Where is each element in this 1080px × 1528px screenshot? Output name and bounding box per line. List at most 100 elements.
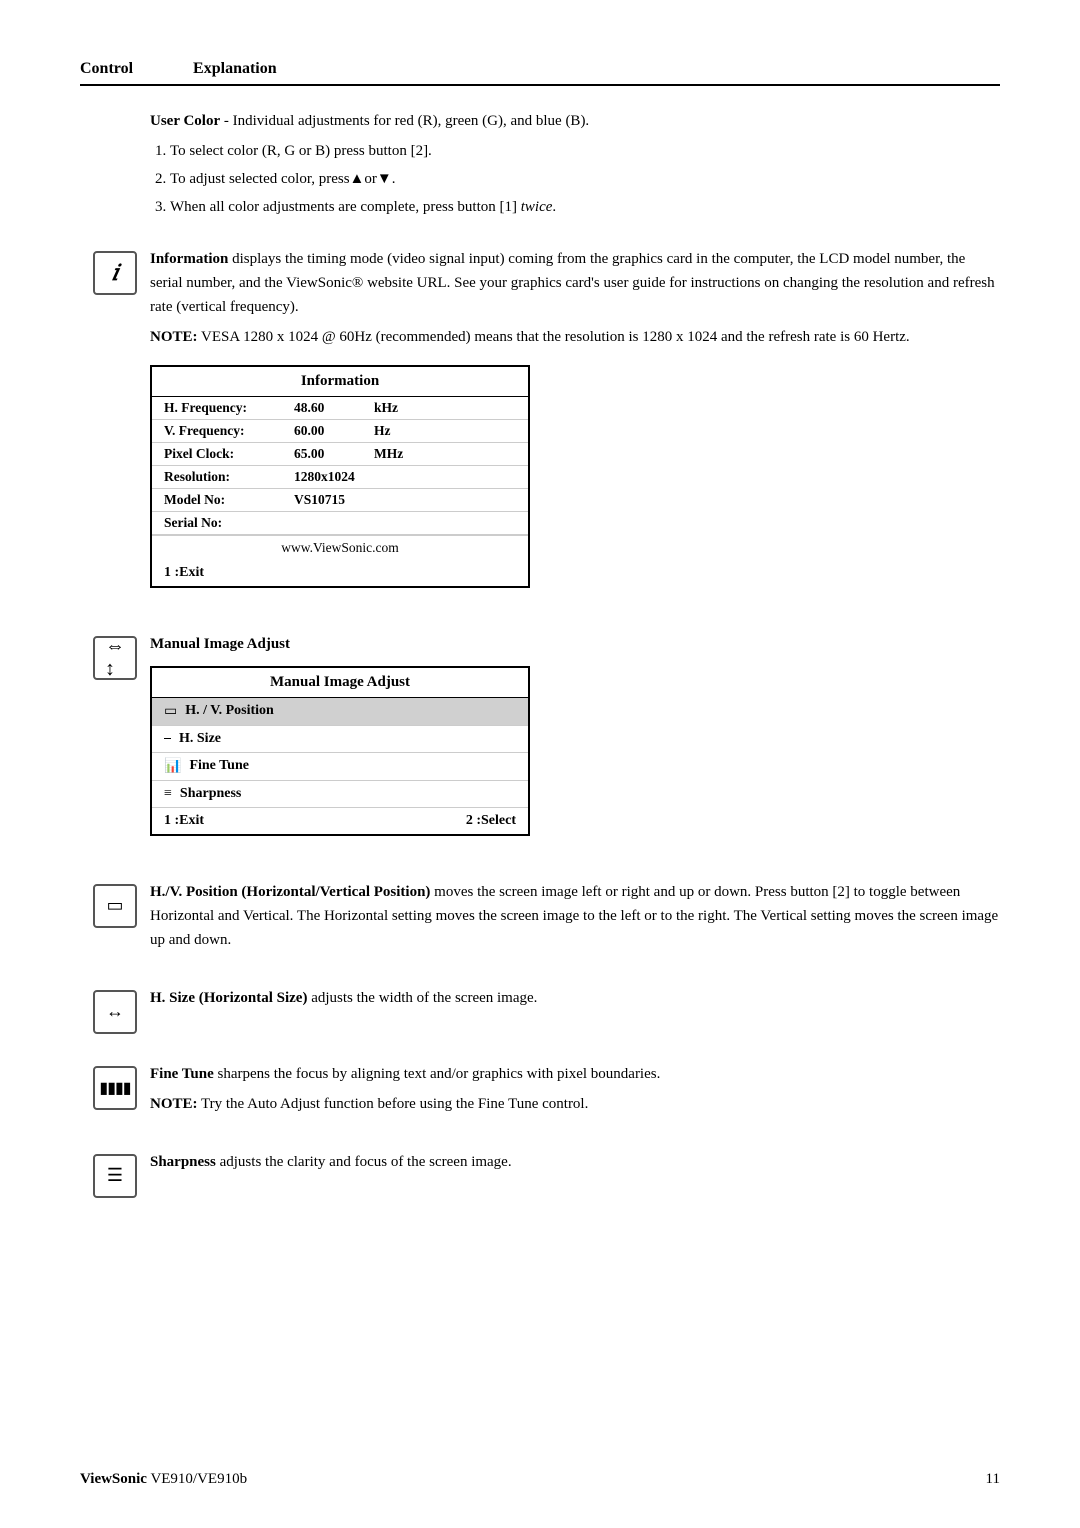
information-note-bold: NOTE: bbox=[150, 329, 198, 345]
mia-table: Manual Image Adjust ▭ H. / V. Position ⎯… bbox=[150, 666, 530, 836]
mia-exit-label: 1 :Exit bbox=[164, 813, 204, 829]
vfreq-unit: Hz bbox=[374, 423, 391, 439]
information-content: Information displays the timing mode (vi… bbox=[150, 247, 1000, 604]
pixelclock-value: 65.00 bbox=[294, 446, 374, 462]
user-color-intro: User Color - Individual adjustments for … bbox=[150, 110, 1000, 133]
finetune-icon-col: ▮▮▮▮ bbox=[80, 1062, 150, 1110]
mia-arrows-icon-box: ⇔↕ bbox=[93, 636, 137, 680]
page-footer: ViewSonic VE910/VE910b 11 bbox=[80, 1471, 1000, 1488]
finetune-bold: Fine Tune bbox=[150, 1066, 214, 1082]
hsize-arrows-icon-box: ↔ bbox=[93, 990, 137, 1034]
hv-content: H./V. Position (Horizontal/Vertical Posi… bbox=[150, 880, 1000, 958]
hsize-content: H. Size (Horizontal Size) adjusts the wi… bbox=[150, 986, 1000, 1016]
resolution-value: 1280x1024 bbox=[294, 469, 374, 485]
finetune-note-bold: NOTE: bbox=[150, 1096, 198, 1112]
resolution-label: Resolution: bbox=[164, 469, 294, 485]
info-icon: 𝑖 bbox=[111, 260, 118, 286]
horizontal-arrows-icon: ↔ bbox=[106, 1001, 124, 1022]
hv-position-section: ▭ H./V. Position (Horizontal/Vertical Po… bbox=[80, 880, 1000, 958]
footer-model-text: VE910/VE910b bbox=[150, 1471, 247, 1487]
vfreq-value: 60.00 bbox=[294, 423, 374, 439]
finetune-icon: 📊 bbox=[164, 758, 181, 775]
hsize-para: H. Size (Horizontal Size) adjusts the wi… bbox=[150, 986, 1000, 1010]
info-row-resolution: Resolution: 1280x1024 bbox=[152, 466, 528, 489]
mia-icon-col: ⇔↕ bbox=[80, 632, 150, 680]
serialno-label: Serial No: bbox=[164, 515, 294, 531]
pixelclock-label: Pixel Clock: bbox=[164, 446, 294, 462]
hfreq-value: 48.60 bbox=[294, 400, 374, 416]
information-note-para: NOTE: VESA 1280 x 1024 @ 60Hz (recommend… bbox=[150, 325, 1000, 349]
hsize-icon-col: ↔ bbox=[80, 986, 150, 1034]
hv-icon-col: ▭ bbox=[80, 880, 150, 928]
finetune-para: Fine Tune sharpens the focus by aligning… bbox=[150, 1062, 1000, 1086]
step3-italic: twice bbox=[521, 199, 553, 215]
modelno-label: Model No: bbox=[164, 492, 294, 508]
sharpness-section: ☰ Sharpness adjusts the clarity and focu… bbox=[80, 1150, 1000, 1198]
finetune-label: Fine Tune bbox=[189, 758, 249, 774]
sharpness-content: Sharpness adjusts the clarity and focus … bbox=[150, 1150, 1000, 1180]
information-icon-box: 𝑖 bbox=[93, 251, 137, 295]
hsize-icon: ⎯ bbox=[164, 731, 171, 747]
hvposition-icon: ▭ bbox=[164, 703, 177, 720]
hsize-label: H. Size bbox=[179, 731, 221, 747]
mia-row-finetune: 📊 Fine Tune bbox=[152, 753, 528, 781]
mia-exit-select-row: 1 :Exit 2 :Select bbox=[152, 808, 528, 834]
sharpness-icon: ≡ bbox=[164, 786, 172, 802]
finetune-bars-icon-box: ▮▮▮▮ bbox=[93, 1066, 137, 1110]
hv-position-para: H./V. Position (Horizontal/Vertical Posi… bbox=[150, 880, 1000, 952]
mia-heading: Manual Image Adjust bbox=[150, 632, 1000, 656]
manual-image-adjust-section: ⇔↕ Manual Image Adjust Manual Image Adju… bbox=[80, 632, 1000, 852]
header-control-label: Control bbox=[80, 60, 133, 78]
info-row-pixelclock: Pixel Clock: 65.00 MHz bbox=[152, 443, 528, 466]
user-color-step-3: When all color adjustments are complete,… bbox=[170, 195, 1000, 219]
mia-table-title: Manual Image Adjust bbox=[152, 668, 528, 698]
hsize-section: ↔ H. Size (Horizontal Size) adjusts the … bbox=[80, 986, 1000, 1034]
info-exit: 1 :Exit bbox=[152, 560, 528, 586]
finetune-content: Fine Tune sharpens the focus by aligning… bbox=[150, 1062, 1000, 1122]
hv-position-bold: H./V. Position (Horizontal/Vertical Posi… bbox=[150, 884, 430, 900]
footer-brand-model: ViewSonic VE910/VE910b bbox=[80, 1471, 247, 1488]
monitor-icon: ▭ bbox=[106, 895, 123, 916]
mia-content: Manual Image Adjust Manual Image Adjust … bbox=[150, 632, 1000, 852]
hv-monitor-icon-box: ▭ bbox=[93, 884, 137, 928]
footer-brand: ViewSonic bbox=[80, 1471, 147, 1487]
hfreq-unit: kHz bbox=[374, 400, 398, 416]
sharpness-bold: Sharpness bbox=[150, 1154, 216, 1170]
information-table: Information H. Frequency: 48.60 kHz V. F… bbox=[150, 365, 530, 588]
finetune-note-para: NOTE: Try the Auto Adjust function befor… bbox=[150, 1092, 1000, 1116]
sharpness-para: Sharpness adjusts the clarity and focus … bbox=[150, 1150, 1000, 1174]
mia-select-label: 2 :Select bbox=[466, 813, 516, 829]
info-row-serialno: Serial No: bbox=[152, 512, 528, 535]
sharpness-label: Sharpness bbox=[180, 786, 241, 802]
hsize-bold: H. Size (Horizontal Size) bbox=[150, 990, 307, 1006]
info-table-title: Information bbox=[152, 367, 528, 397]
sharpness-lines-icon: ☰ bbox=[107, 1165, 123, 1186]
information-intro-para: Information displays the timing mode (vi… bbox=[150, 247, 1000, 319]
finetune-section: ▮▮▮▮ Fine Tune sharpens the focus by ali… bbox=[80, 1062, 1000, 1122]
info-row-modelno: Model No: VS10715 bbox=[152, 489, 528, 512]
information-icon-col: 𝑖 bbox=[80, 247, 150, 295]
sharpness-lines-icon-box: ☰ bbox=[93, 1154, 137, 1198]
info-row-hfreq: H. Frequency: 48.60 kHz bbox=[152, 397, 528, 420]
four-arrows-icon: ⇔↕ bbox=[105, 635, 125, 681]
user-color-steps: To select color (R, G or B) press button… bbox=[170, 139, 1000, 219]
mia-row-sharpness: ≡ Sharpness bbox=[152, 781, 528, 808]
header-rule: Control Explanation bbox=[80, 60, 1000, 86]
vfreq-label: V. Frequency: bbox=[164, 423, 294, 439]
information-section: 𝑖 Information displays the timing mode (… bbox=[80, 247, 1000, 604]
user-color-step-1: To select color (R, G or B) press button… bbox=[170, 139, 1000, 163]
pixelclock-unit: MHz bbox=[374, 446, 403, 462]
header-explanation-label: Explanation bbox=[193, 60, 277, 78]
user-color-title: User Color bbox=[150, 113, 220, 129]
sharpness-icon-col: ☰ bbox=[80, 1150, 150, 1198]
user-color-section: User Color - Individual adjustments for … bbox=[80, 110, 1000, 219]
info-row-vfreq: V. Frequency: 60.00 Hz bbox=[152, 420, 528, 443]
footer-page-number: 11 bbox=[986, 1471, 1000, 1488]
user-color-step-2: To adjust selected color, press▲or▼. bbox=[170, 167, 1000, 191]
information-bold: Information bbox=[150, 251, 228, 267]
fine-tune-bars-icon: ▮▮▮▮ bbox=[99, 1078, 130, 1098]
mia-row-hsize: ⎯ H. Size bbox=[152, 726, 528, 753]
mia-row-hvposition: ▭ H. / V. Position bbox=[152, 698, 528, 726]
modelno-value: VS10715 bbox=[294, 492, 374, 508]
hfreq-label: H. Frequency: bbox=[164, 400, 294, 416]
